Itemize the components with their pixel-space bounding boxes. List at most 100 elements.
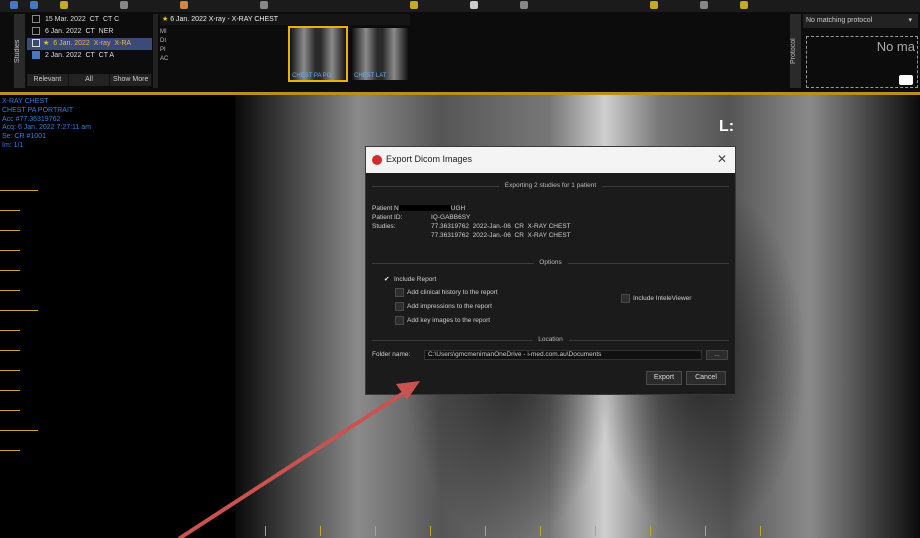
study-entry: 77.36319762 2022-Jan.-06 CR X-RAY CHEST: [431, 232, 571, 239]
toolbar-window-icon[interactable]: [60, 1, 68, 9]
checkbox-box[interactable]: [395, 316, 404, 325]
patient-id-row: Patient ID:: [372, 214, 402, 222]
camera-icon[interactable]: [899, 75, 913, 85]
redaction-bar: [398, 205, 451, 212]
inteleviewer-checkbox[interactable]: Include InteleViewer: [621, 294, 691, 303]
study-desc: CT A: [98, 52, 115, 59]
study-checkbox[interactable]: [32, 51, 40, 60]
series-thumbnail-pa[interactable]: CHEST PA PO: [288, 26, 348, 82]
toolbar-chart-icon[interactable]: [740, 1, 748, 9]
studies-tab[interactable]: Studies: [14, 14, 25, 88]
clinical-history-checkbox[interactable]: Add clinical history to the report: [395, 288, 498, 297]
toolbar-print-icon[interactable]: [520, 1, 528, 9]
dialog-titlebar[interactable]: Export Dicom Images ✕: [366, 147, 735, 173]
section-label: Location: [532, 336, 569, 343]
study-modality: X-ray: [93, 40, 111, 47]
side-label: AC: [160, 56, 169, 62]
patient-id-value: IQ-GABB6SY: [431, 214, 471, 221]
patient-name-label: Patient N: [372, 205, 399, 212]
study-modality: CT: [85, 28, 95, 35]
dialog-title: Export Dicom Images: [386, 154, 473, 164]
include-report-checkbox[interactable]: ✔ Include Report: [384, 275, 436, 283]
series-label: CHEST PA PO: [292, 73, 332, 79]
folder-label: Folder name:: [372, 351, 411, 358]
study-desc: CT C: [102, 16, 120, 23]
study-desc: X-RA: [114, 40, 132, 47]
study-checkbox[interactable]: [32, 27, 40, 36]
star-icon: ★: [161, 16, 169, 23]
side-label: PI: [160, 47, 166, 53]
toolbar-grid-icon[interactable]: [30, 1, 38, 9]
checkmark-icon: ✔: [384, 276, 390, 283]
tab-relevant[interactable]: Relevant: [27, 74, 69, 86]
protocol-select[interactable]: No matching protocol ▾: [803, 14, 918, 28]
study-modality: CT: [89, 16, 100, 23]
checkbox-box[interactable]: [395, 302, 404, 311]
protocol-drop-area: No ma: [806, 36, 918, 88]
study-row-selected[interactable]: ★ 6 Jan. 2022 X-ray X-RA: [27, 38, 152, 50]
studies-label: Studies:: [372, 223, 396, 230]
overlay-line: CHEST PA PORTRAIT: [2, 106, 74, 114]
vertical-ruler: [0, 190, 40, 460]
inteleviewer-label: Include InteleViewer: [633, 295, 692, 303]
toolbar-export-icon[interactable]: [470, 1, 478, 9]
toolbar-zoom-icon[interactable]: [120, 1, 128, 9]
toolbar-settings-icon[interactable]: [700, 1, 708, 9]
orientation-marker: L:: [719, 118, 735, 135]
location-section: Location: [372, 336, 729, 344]
browse-button[interactable]: ...: [706, 350, 728, 360]
summary-section: Exporting 2 studies for 1 patient: [372, 182, 729, 190]
study-checkbox[interactable]: [32, 15, 40, 24]
top-toolbar: [0, 0, 920, 12]
study-row[interactable]: 15 Mar. 2022 CT CT C: [27, 14, 152, 26]
overlay-line: X-RAY CHEST: [2, 98, 49, 105]
close-icon[interactable]: ✕: [717, 152, 727, 166]
toolbar-measure-icon[interactable]: [260, 1, 268, 9]
toolbar-link-icon[interactable]: [650, 1, 658, 9]
study-date: 6 Jan. 2022: [53, 40, 90, 47]
series-label: CHEST LAT: [354, 73, 387, 79]
app-logo-icon: [372, 155, 382, 165]
toolbar-pan-icon[interactable]: [180, 1, 188, 9]
dialog-body: Exporting 2 studies for 1 patient Patien…: [366, 173, 735, 396]
checkbox-box[interactable]: [621, 294, 630, 303]
side-label: MI: [160, 29, 167, 35]
export-button[interactable]: Export: [646, 371, 682, 385]
tab-show-more[interactable]: Show More: [110, 74, 153, 86]
impressions-checkbox[interactable]: Add impressions to the report: [395, 302, 492, 311]
folder-name-input[interactable]: C:\Users\gmcmenimanOneDrive - i-med.com.…: [424, 350, 702, 360]
study-row[interactable]: 6 Jan. 2022 CT NER: [27, 26, 152, 38]
key-images-label: Add key images to the report: [407, 317, 491, 325]
toolbar-annotate-icon[interactable]: [410, 1, 418, 9]
study-modality: CT: [85, 52, 95, 59]
overlay-line: Acc #77.36319762: [2, 115, 61, 123]
chevron-down-icon: ▾: [908, 17, 912, 24]
tab-all[interactable]: All: [68, 74, 111, 86]
star-icon: ★: [43, 40, 50, 47]
study-desc: NER: [98, 28, 114, 35]
horizontal-ruler: [265, 526, 785, 538]
include-report-label: Include Report: [394, 276, 437, 283]
study-checkbox[interactable]: [32, 39, 40, 48]
study-date: 6 Jan. 2022: [44, 28, 82, 35]
study-side-labels: MI DI PI AC: [160, 28, 182, 78]
toolbar-layout-icon[interactable]: [10, 1, 18, 9]
key-images-checkbox[interactable]: Add key images to the report: [395, 316, 490, 325]
image-overlay-info: X-RAY CHEST CHEST PA PORTRAIT Acc #77.36…: [2, 98, 91, 151]
study-filter-tabs: Relevant All Show More: [27, 74, 153, 86]
protocol-tab[interactable]: Protocol: [790, 14, 801, 88]
impressions-label: Add impressions to the report: [407, 303, 492, 311]
options-section: Options: [372, 259, 729, 267]
protocol-placeholder: No ma: [876, 39, 915, 54]
study-list: 15 Mar. 2022 CT CT C 6 Jan. 2022 CT NER …: [27, 14, 152, 72]
checkbox-box[interactable]: [395, 288, 404, 297]
study-list-scrollbar[interactable]: [153, 14, 158, 88]
study-entry: 77.36319762 2022-Jan.-06 CR X-RAY CHEST: [431, 223, 571, 230]
study-row[interactable]: 2 Jan. 2022 CT CT A: [27, 50, 152, 62]
clinical-history-label: Add clinical history to the report: [407, 289, 498, 297]
cancel-button[interactable]: Cancel: [686, 371, 726, 385]
overlay-line: Acq: 6 Jan. 2022 7:27:11 am: [2, 124, 91, 132]
series-thumbnail-lat[interactable]: CHEST LAT: [352, 28, 408, 80]
overlay-line: Se: CR #1001: [2, 133, 46, 141]
patient-name-row: Patient N UGH: [372, 205, 465, 213]
